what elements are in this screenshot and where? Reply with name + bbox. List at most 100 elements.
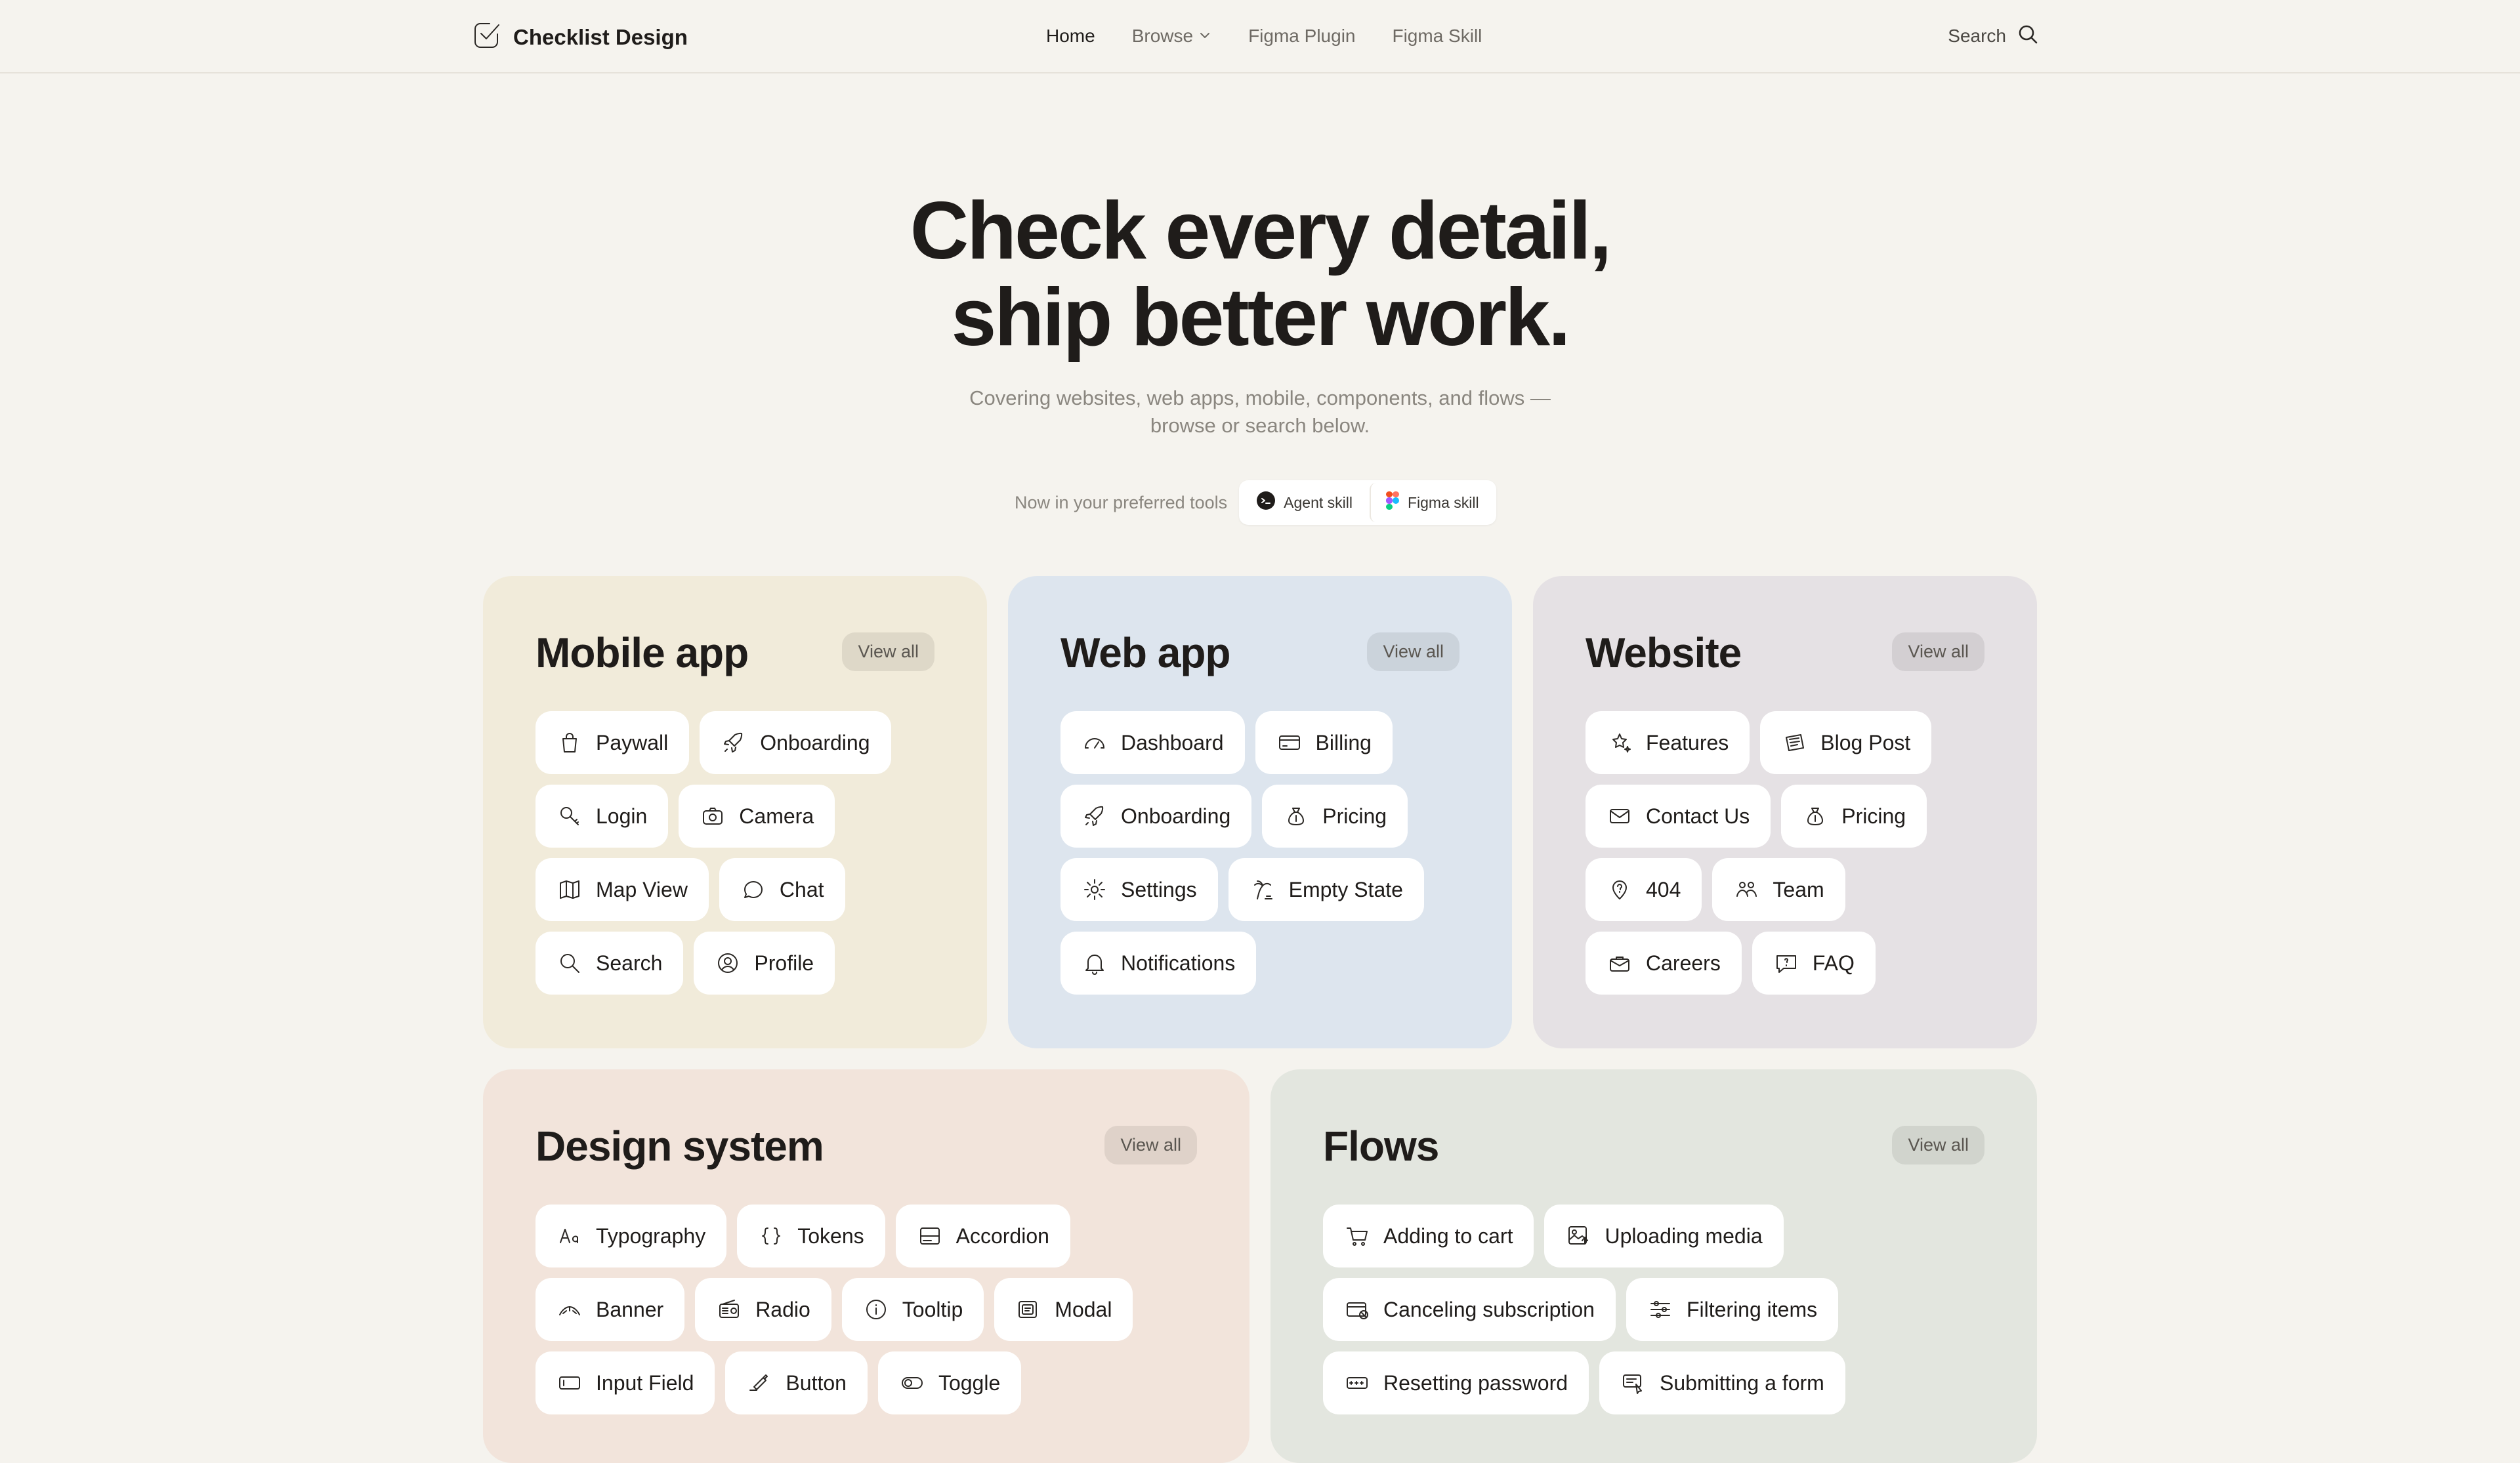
chip-careers[interactable]: Careers — [1586, 932, 1742, 995]
card-icon — [1276, 730, 1303, 756]
chip-label: Tokens — [797, 1224, 864, 1248]
chip-label: Pricing — [1322, 804, 1387, 828]
nav-figma-plugin[interactable]: Figma Plugin — [1248, 26, 1355, 47]
chip-row: Login Camera — [536, 785, 891, 848]
chip-notifications[interactable]: Notifications — [1060, 932, 1257, 995]
main-nav: Home Browse Figma Plugin Figma Skill — [1046, 0, 1482, 72]
chip-canceling-subscription[interactable]: Canceling subscription — [1323, 1278, 1616, 1341]
type-icon — [556, 1223, 583, 1249]
braces-icon — [758, 1223, 784, 1249]
chip-chat[interactable]: Chat — [719, 858, 845, 921]
chip-radio[interactable]: Radio — [695, 1278, 831, 1341]
agent-icon — [1256, 491, 1276, 514]
chip-faq[interactable]: FAQ — [1752, 932, 1876, 995]
card-title: Mobile app — [536, 629, 749, 676]
chip-row: Paywall Onboarding — [536, 711, 891, 774]
chip-pricing[interactable]: Pricing — [1262, 785, 1408, 848]
chip-row: Dashboard Billing — [1060, 711, 1424, 774]
bell-icon — [1082, 950, 1108, 976]
chip-label: Notifications — [1121, 951, 1236, 975]
chip-row: Input Field Button Toggle — [536, 1351, 1133, 1414]
chip-label: Tooltip — [902, 1297, 963, 1321]
chip-label: Canceling subscription — [1383, 1297, 1595, 1321]
chip-empty-state[interactable]: Empty State — [1228, 858, 1424, 921]
card-title: Flows — [1323, 1123, 1439, 1170]
hero-title-line1: Check every detail, — [910, 186, 1612, 276]
chip-contact-us[interactable]: Contact Us — [1586, 785, 1771, 848]
nav-browse[interactable]: Browse — [1132, 26, 1211, 47]
chip-list: Dashboard Billing Onboarding Pricing Setting… — [1060, 711, 1424, 995]
header-search-button[interactable]: Search — [1948, 0, 2039, 72]
chip-404[interactable]: 404 — [1586, 858, 1702, 921]
rocket-icon — [1082, 803, 1108, 829]
chip-typography[interactable]: Typography — [536, 1205, 727, 1267]
chip-uploading-media[interactable]: Uploading media — [1544, 1205, 1784, 1267]
nav-home[interactable]: Home — [1046, 26, 1095, 47]
chip-label: Input Field — [596, 1370, 694, 1395]
chip-paywall[interactable]: Paywall — [536, 711, 690, 774]
chip-search[interactable]: Search — [536, 932, 684, 995]
chip-dashboard[interactable]: Dashboard — [1060, 711, 1245, 774]
chip-map-view[interactable]: Map View — [536, 858, 709, 921]
chip-pricing[interactable]: Pricing — [1781, 785, 1927, 848]
chip-label: Empty State — [1288, 877, 1403, 901]
chip-list: Adding to cart Uploading media Canceling s… — [1323, 1205, 1845, 1414]
view-all-button[interactable]: View all — [1892, 632, 1984, 671]
chip-banner[interactable]: Banner — [536, 1278, 685, 1341]
tools-pill-group: Agent skill Figma skill — [1239, 480, 1496, 525]
chip-settings[interactable]: Settings — [1060, 858, 1218, 921]
chip-input-field[interactable]: Input Field — [536, 1351, 715, 1414]
view-all-button[interactable]: View all — [1892, 1126, 1984, 1164]
chip-label: Onboarding — [760, 730, 870, 754]
chip-label: Billing — [1315, 730, 1372, 754]
chip-label: Onboarding — [1121, 804, 1231, 828]
figma-skill-button[interactable]: Figma skill — [1369, 483, 1494, 522]
chip-login[interactable]: Login — [536, 785, 669, 848]
button-icon — [746, 1370, 772, 1396]
agent-skill-button[interactable]: Agent skill — [1242, 483, 1367, 522]
brand-logo[interactable]: Checklist Design — [471, 20, 688, 54]
nav-figma-skill[interactable]: Figma Skill — [1392, 26, 1482, 47]
chip-team[interactable]: Team — [1712, 858, 1845, 921]
chip-row: Notifications — [1060, 932, 1424, 995]
view-all-button[interactable]: View all — [1367, 632, 1460, 671]
chip-tokens[interactable]: Tokens — [737, 1205, 885, 1267]
form-submit-icon — [1620, 1370, 1647, 1396]
hero-subtitle-line1: Covering websites, web apps, mobile, com… — [969, 386, 1551, 409]
chip-label: Uploading media — [1605, 1224, 1763, 1248]
chip-accordion[interactable]: Accordion — [895, 1205, 1070, 1267]
chip-resetting-password[interactable]: Resetting password — [1323, 1351, 1589, 1414]
chip-onboarding[interactable]: Onboarding — [1060, 785, 1252, 848]
team-icon — [1733, 876, 1759, 903]
key-icon — [556, 803, 583, 829]
chip-camera[interactable]: Camera — [679, 785, 835, 848]
chip-label: FAQ — [1812, 951, 1855, 975]
banner-icon — [556, 1296, 583, 1323]
map-icon — [556, 876, 583, 903]
chip-label: Careers — [1646, 951, 1721, 975]
checklist-logo-icon — [471, 20, 503, 54]
chip-row: Features Blog Post — [1586, 711, 1932, 774]
chip-button[interactable]: Button — [725, 1351, 868, 1414]
modal-icon — [1015, 1296, 1041, 1323]
chip-label: Modal — [1055, 1297, 1112, 1321]
chip-toggle[interactable]: Toggle — [877, 1351, 1022, 1414]
chip-submitting-a-form[interactable]: Submitting a form — [1599, 1351, 1845, 1414]
chip-adding-to-cart[interactable]: Adding to cart — [1323, 1205, 1534, 1267]
card-mobile-app: Mobile app View all Paywall Onboarding Log… — [483, 576, 987, 1048]
card-website: Website View all Features Blog Post Contac… — [1533, 576, 2037, 1048]
chip-label: Map View — [596, 877, 688, 901]
chip-modal[interactable]: Modal — [994, 1278, 1133, 1341]
chip-filtering-items[interactable]: Filtering items — [1626, 1278, 1839, 1341]
chip-profile[interactable]: Profile — [694, 932, 835, 995]
chip-tooltip[interactable]: Tooltip — [841, 1278, 984, 1341]
chip-billing[interactable]: Billing — [1255, 711, 1393, 774]
chip-blog-post[interactable]: Blog Post — [1760, 711, 1932, 774]
chip-label: Resetting password — [1383, 1370, 1568, 1395]
palm-icon — [1250, 876, 1276, 903]
view-all-button[interactable]: View all — [842, 632, 934, 671]
chip-features[interactable]: Features — [1586, 711, 1750, 774]
view-all-button[interactable]: View all — [1104, 1126, 1197, 1164]
chip-onboarding[interactable]: Onboarding — [700, 711, 891, 774]
chip-label: Login — [596, 804, 648, 828]
